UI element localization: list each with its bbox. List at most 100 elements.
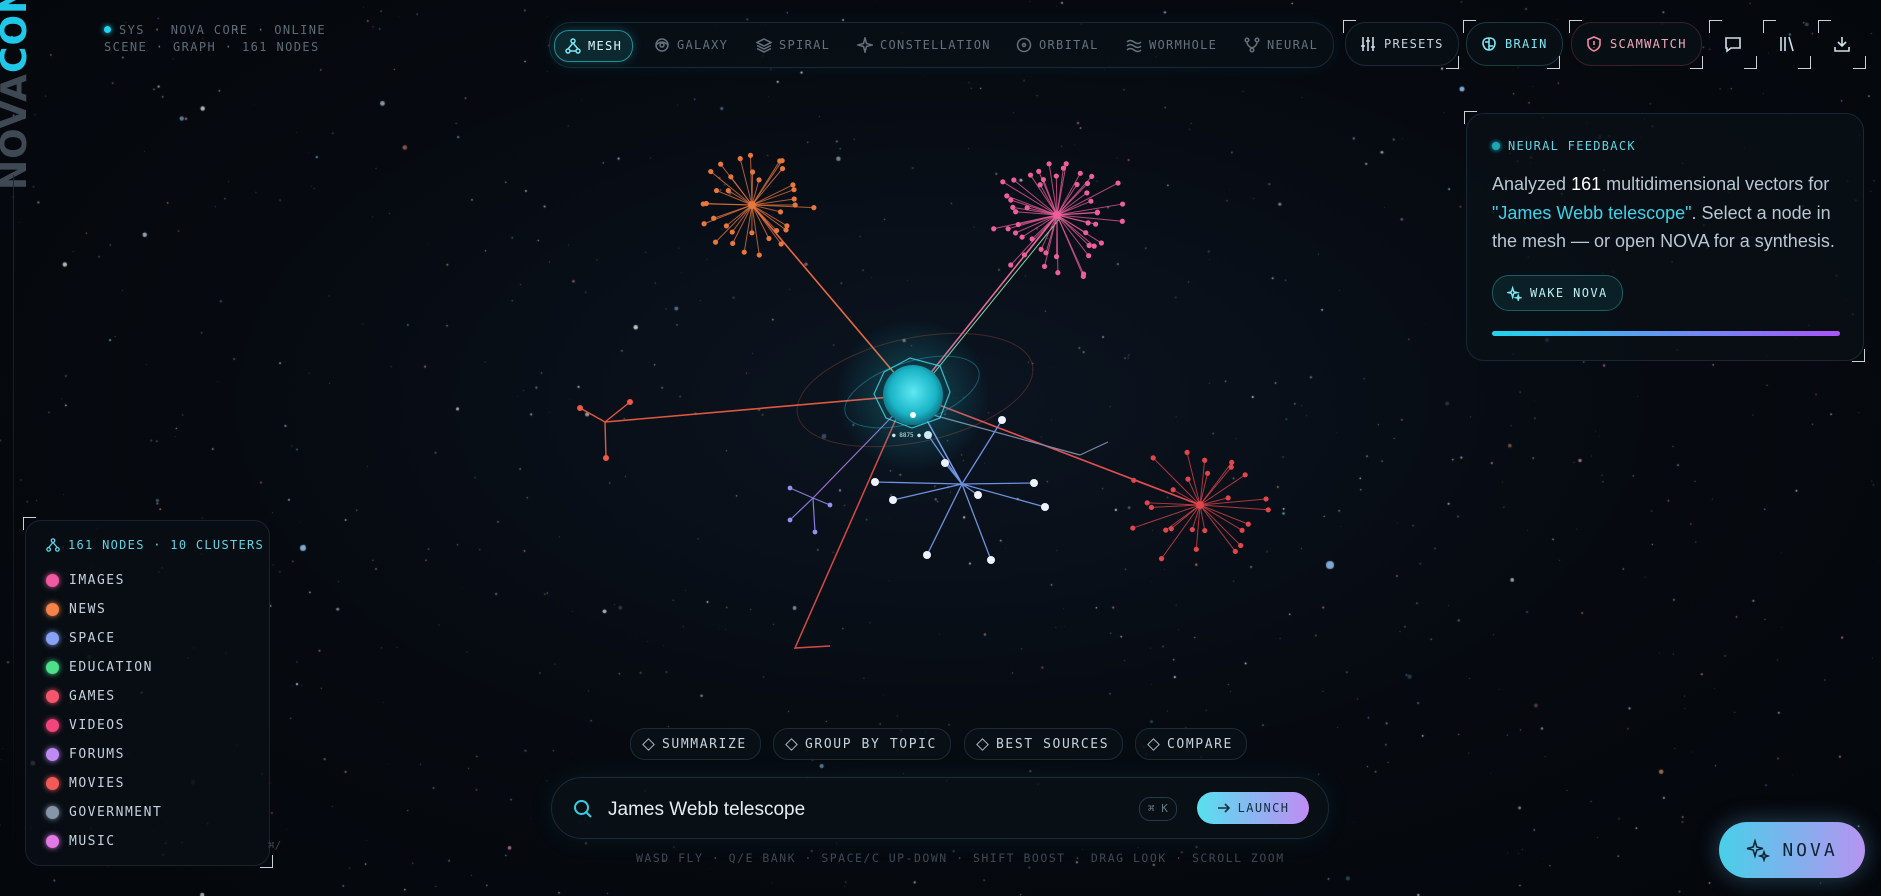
mode-constellation-button[interactable]: CONSTELLATION <box>847 30 1001 60</box>
news-cluster-node[interactable] <box>766 235 772 242</box>
space-cluster-node[interactable] <box>871 478 879 486</box>
movies-cluster-node[interactable] <box>1263 496 1269 502</box>
movies-cluster-node[interactable] <box>1228 464 1234 470</box>
compare-button[interactable]: COMPARE <box>1135 728 1247 760</box>
left-cluster-node[interactable] <box>577 405 583 411</box>
images-cluster-node[interactable] <box>1084 190 1090 196</box>
mode-spiral-button[interactable]: SPIRAL <box>746 30 840 60</box>
movies-cluster-node[interactable] <box>1150 455 1156 461</box>
legend-item-videos[interactable]: VIDEOS <box>46 711 162 740</box>
news-cluster-node[interactable] <box>756 177 762 183</box>
movies-cluster-node[interactable] <box>1225 495 1231 501</box>
images-cluster-node[interactable] <box>1119 201 1126 207</box>
space-cluster-node[interactable] <box>987 556 995 564</box>
movies-cluster-node[interactable] <box>1232 548 1238 555</box>
images-cluster-node[interactable] <box>1000 179 1006 185</box>
news-cluster-node[interactable] <box>701 221 707 227</box>
legend-item-music[interactable]: MUSIC <box>46 827 162 856</box>
news-cluster-node[interactable] <box>729 229 735 235</box>
space-cluster-node[interactable] <box>974 491 982 499</box>
movies-cluster-node[interactable] <box>1130 525 1136 531</box>
news-cluster-node[interactable] <box>749 230 755 236</box>
movies-cluster-node[interactable] <box>1245 521 1251 527</box>
movies-cluster-node[interactable] <box>1202 457 1208 463</box>
images-cluster-node[interactable] <box>1053 254 1060 260</box>
images-cluster-node[interactable] <box>1115 180 1121 186</box>
movies-cluster-node[interactable] <box>1239 527 1245 533</box>
news-cluster-node[interactable] <box>741 249 747 255</box>
images-cluster-node[interactable] <box>1074 181 1080 188</box>
legend-item-forums[interactable]: FORUMS <box>46 740 162 769</box>
movies-cluster-node[interactable] <box>1265 507 1271 513</box>
movies-cluster-node[interactable] <box>1158 556 1165 562</box>
images-cluster-node[interactable] <box>1086 253 1092 259</box>
images-cluster-node[interactable] <box>1012 230 1019 236</box>
news-cluster-node[interactable] <box>791 196 797 202</box>
movies-cluster-node[interactable] <box>1163 527 1169 533</box>
left-cluster-node[interactable] <box>627 399 633 405</box>
images-cluster-node[interactable] <box>1086 242 1092 249</box>
news-cluster-node[interactable] <box>725 187 731 194</box>
images-cluster-node[interactable] <box>1024 205 1030 211</box>
images-cluster-node[interactable] <box>1019 234 1025 240</box>
group-by-topic-button[interactable]: GROUP BY TOPIC <box>773 728 951 760</box>
presets-button[interactable]: PRESETS <box>1345 22 1459 66</box>
images-cluster-node[interactable] <box>1010 204 1016 210</box>
mode-orbital-button[interactable]: ORBITAL <box>1006 30 1109 60</box>
summarize-button[interactable]: SUMMARIZE <box>630 728 761 760</box>
images-cluster-node[interactable] <box>1037 182 1043 188</box>
news-cluster-node[interactable] <box>747 152 754 158</box>
news-cluster-node[interactable] <box>777 209 784 215</box>
mode-wormhole-button[interactable]: WORMHOLE <box>1116 30 1227 60</box>
branch-node[interactable] <box>787 485 793 491</box>
legend-item-images[interactable]: IMAGES <box>46 566 162 595</box>
news-cluster-node[interactable] <box>700 201 706 207</box>
images-cluster-node[interactable] <box>1029 236 1035 242</box>
news-cluster-node[interactable] <box>711 215 717 221</box>
news-cluster-node[interactable] <box>778 241 784 247</box>
images-cluster-node[interactable] <box>1008 262 1014 268</box>
news-cluster-node[interactable] <box>811 205 817 211</box>
movies-cluster-node[interactable] <box>1242 472 1248 478</box>
images-cluster-node[interactable] <box>1053 173 1059 179</box>
movies-cluster-node[interactable] <box>1185 476 1191 482</box>
space-cluster-node[interactable] <box>1030 479 1038 487</box>
space-cluster-node[interactable] <box>889 496 897 504</box>
images-cluster-node[interactable] <box>1046 161 1052 167</box>
movies-cluster-node[interactable] <box>1184 449 1190 455</box>
legend-item-games[interactable]: GAMES <box>46 682 162 711</box>
branch-node[interactable] <box>812 529 818 535</box>
images-cluster-node[interactable] <box>1013 209 1019 215</box>
legend-item-space[interactable]: SPACE <box>46 624 162 653</box>
space-cluster-node[interactable] <box>1041 503 1049 511</box>
images-cluster-node[interactable] <box>1027 172 1034 178</box>
news-cluster-node[interactable] <box>756 252 762 258</box>
legend-item-government[interactable]: GOVERNMENT <box>46 798 162 827</box>
space-cluster-node[interactable] <box>923 551 931 559</box>
images-cluster-node[interactable] <box>1119 218 1125 224</box>
images-cluster-node[interactable] <box>1088 198 1094 204</box>
images-cluster-node[interactable] <box>1043 250 1049 256</box>
branch-node[interactable] <box>827 502 833 508</box>
movies-cluster-hub-node[interactable] <box>1196 501 1204 509</box>
mode-galaxy-button[interactable]: GALAXY <box>644 30 738 60</box>
images-cluster-node[interactable] <box>1021 252 1028 258</box>
images-cluster-node[interactable] <box>1077 170 1083 176</box>
images-cluster-hub-node[interactable] <box>1053 211 1061 219</box>
movies-cluster-node[interactable] <box>1170 487 1176 493</box>
scamwatch-button[interactable]: SCAMWATCH <box>1571 22 1702 66</box>
images-cluster-node[interactable] <box>1094 210 1100 216</box>
movies-cluster-node[interactable] <box>1131 477 1137 483</box>
news-cluster-node[interactable] <box>783 227 789 233</box>
images-cluster-node[interactable] <box>1005 226 1011 232</box>
mode-mesh-button[interactable]: MESH <box>554 30 634 62</box>
images-cluster-node[interactable] <box>1091 243 1097 249</box>
news-cluster-node[interactable] <box>712 239 719 245</box>
images-cluster-node[interactable] <box>1080 273 1086 279</box>
branch-node[interactable] <box>787 517 793 523</box>
images-cluster-node[interactable] <box>1085 220 1091 226</box>
images-cluster-node[interactable] <box>1038 246 1044 252</box>
left-cluster-node[interactable] <box>603 455 609 461</box>
movies-cluster-node[interactable] <box>1193 546 1199 552</box>
legend-item-news[interactable]: NEWS <box>46 595 162 624</box>
